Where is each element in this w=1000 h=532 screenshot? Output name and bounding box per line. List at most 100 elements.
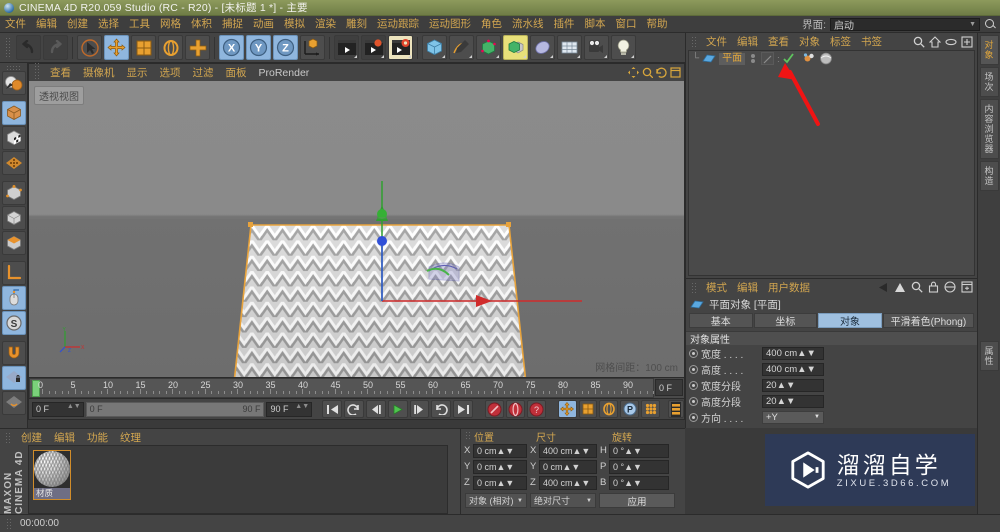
object-axis-tool[interactable] bbox=[1, 231, 26, 255]
lock-icon[interactable] bbox=[928, 281, 939, 293]
magnet-tool[interactable] bbox=[1, 341, 26, 365]
step-forward-button[interactable] bbox=[409, 400, 430, 418]
scale-key-toggle[interactable] bbox=[578, 400, 598, 418]
workplane-lock-tool[interactable] bbox=[1, 366, 26, 390]
spline-pen-button[interactable] bbox=[449, 35, 474, 60]
viewport-menu-filter[interactable]: 过滤 bbox=[187, 65, 220, 80]
zoom-view-icon[interactable] bbox=[642, 67, 653, 78]
record-active-objects-button[interactable] bbox=[485, 400, 505, 418]
move-button[interactable] bbox=[104, 35, 129, 60]
frame-start-field[interactable]: 0 F ▲▼ bbox=[32, 401, 84, 417]
spinner-icon[interactable]: ▲▼ bbox=[295, 403, 309, 410]
viewport-canvas[interactable]: 透视视图 Y X Z 网格间距：100 cm bbox=[29, 81, 684, 377]
visibility-dots[interactable] bbox=[751, 54, 756, 63]
z-axis-lock-button[interactable]: Z bbox=[273, 35, 298, 60]
rotate-button[interactable] bbox=[158, 35, 183, 60]
property-field[interactable]: 20 ▲▼ bbox=[762, 394, 824, 408]
menu-item-16[interactable]: 插件 bbox=[549, 16, 580, 33]
render-settings-button[interactable] bbox=[388, 35, 413, 60]
spinner-icon[interactable]: ▲▼ bbox=[797, 348, 816, 359]
search-icon[interactable] bbox=[911, 281, 923, 293]
layout-select[interactable]: 启动 ▼ bbox=[830, 17, 980, 32]
eye-toggle-icon[interactable] bbox=[944, 281, 956, 293]
viewport-menu-view[interactable]: 查看 bbox=[44, 65, 77, 80]
attribute-tab-3[interactable]: 平滑着色(Phong) bbox=[882, 313, 975, 328]
object-menu-tag[interactable]: 标签 bbox=[825, 34, 856, 49]
plus-tool-button[interactable] bbox=[185, 35, 210, 60]
apply-button[interactable]: 应用 bbox=[599, 493, 675, 508]
coord-pos-field[interactable]: 0 cm ▲▼ bbox=[473, 443, 527, 458]
material-menu-create[interactable]: 创建 bbox=[15, 430, 48, 445]
search-icon[interactable] bbox=[913, 36, 925, 48]
coord-rot-field[interactable]: 0 ° ▲▼ bbox=[609, 459, 669, 474]
material-list[interactable]: 材质 bbox=[28, 445, 448, 514]
scale-button[interactable] bbox=[131, 35, 156, 60]
spinner-icon[interactable]: ▲▼ bbox=[497, 478, 515, 488]
goto-end-button[interactable] bbox=[453, 400, 474, 418]
texture-mode-tool[interactable] bbox=[1, 126, 26, 150]
coord-size-field[interactable]: 400 cm ▲▼ bbox=[539, 475, 597, 490]
workplane-tool[interactable] bbox=[1, 391, 26, 415]
camera-button[interactable] bbox=[584, 35, 609, 60]
object-name[interactable]: 平面 bbox=[719, 52, 746, 65]
coord-rot-field[interactable]: 0 ° ▲▼ bbox=[609, 443, 669, 458]
attribute-tab-2[interactable]: 对象 bbox=[818, 313, 882, 328]
menu-item-10[interactable]: 渲染 bbox=[310, 16, 341, 33]
rotation-key-toggle[interactable] bbox=[599, 400, 619, 418]
enable-snapping-tool[interactable]: S bbox=[1, 311, 26, 335]
spinner-icon[interactable]: ▲▼ bbox=[497, 446, 515, 456]
new-window-icon[interactable] bbox=[961, 281, 973, 293]
coord-size-field[interactable]: 400 cm ▲▼ bbox=[539, 443, 597, 458]
editor-visibility-dot[interactable] bbox=[751, 54, 756, 58]
coord-size-dropdown[interactable]: 绝对尺寸 ▼ bbox=[530, 493, 596, 508]
dock-tab-3[interactable]: 构造 bbox=[979, 161, 999, 191]
spinner-icon[interactable]: ▲▼ bbox=[624, 478, 642, 488]
step-back-button[interactable] bbox=[365, 400, 386, 418]
attribute-grip[interactable] bbox=[691, 281, 698, 293]
dock-tab-0[interactable]: 对象 bbox=[979, 35, 999, 65]
goto-start-button[interactable] bbox=[322, 400, 342, 418]
menu-item-6[interactable]: 体积 bbox=[186, 16, 217, 33]
material-menu-texture[interactable]: 纹理 bbox=[114, 430, 147, 445]
object-row-plane[interactable]: └ 平面 : bbox=[689, 51, 974, 66]
property-field[interactable]: 20 ▲▼ bbox=[762, 378, 824, 392]
menu-item-9[interactable]: 模拟 bbox=[279, 16, 310, 33]
menu-item-8[interactable]: 动画 bbox=[248, 16, 279, 33]
menu-item-4[interactable]: 工具 bbox=[124, 16, 155, 33]
spinner-icon[interactable]: ▲▼ bbox=[777, 380, 796, 391]
attribute-menu-userdata[interactable]: 用户数据 bbox=[763, 280, 815, 295]
points-mode-tool[interactable] bbox=[1, 151, 26, 175]
pan-view-icon[interactable] bbox=[628, 67, 639, 78]
environment-button[interactable] bbox=[530, 35, 555, 60]
object-menu-view[interactable]: 查看 bbox=[763, 34, 794, 49]
viewport-menu-prorender[interactable]: ProRender bbox=[253, 67, 316, 79]
previous-key-button[interactable] bbox=[343, 400, 364, 418]
maximize-view-icon[interactable] bbox=[670, 67, 681, 78]
deformer-button[interactable] bbox=[503, 35, 528, 60]
home-icon[interactable] bbox=[929, 35, 941, 48]
object-tree[interactable]: └ 平面 : bbox=[688, 50, 975, 276]
timeline-toggle[interactable] bbox=[668, 400, 684, 418]
axis-modify-tool[interactable] bbox=[1, 261, 26, 285]
spinner-icon[interactable]: ▲▼ bbox=[573, 446, 591, 456]
property-animate-dot[interactable] bbox=[689, 380, 698, 390]
keyframe-selection-button[interactable]: ? bbox=[526, 400, 546, 418]
property-animate-dot[interactable] bbox=[689, 364, 698, 374]
property-select[interactable]: +Y ▼ bbox=[762, 410, 824, 424]
coord-pos-field[interactable]: 0 cm ▲▼ bbox=[473, 475, 527, 490]
material-menu-edit[interactable]: 编辑 bbox=[48, 430, 81, 445]
property-field[interactable]: 400 cm ▲▼ bbox=[762, 362, 824, 376]
current-frame-field[interactable]: 0 F bbox=[655, 379, 683, 396]
rotate-view-icon[interactable] bbox=[656, 67, 667, 78]
new-layer-icon[interactable] bbox=[961, 35, 973, 48]
material-item[interactable]: 材质 bbox=[33, 450, 71, 500]
undo-button[interactable] bbox=[16, 35, 41, 60]
menu-item-14[interactable]: 角色 bbox=[476, 16, 507, 33]
world-object-coord-button[interactable] bbox=[300, 35, 325, 60]
dock-tab-1[interactable]: 场次 bbox=[979, 67, 999, 97]
property-animate-dot[interactable] bbox=[689, 396, 698, 406]
viewport-menu-options[interactable]: 选项 bbox=[154, 65, 187, 80]
x-axis-lock-button[interactable]: X bbox=[219, 35, 244, 60]
menu-item-0[interactable]: 文件 bbox=[0, 16, 31, 33]
light-button[interactable] bbox=[611, 35, 636, 60]
